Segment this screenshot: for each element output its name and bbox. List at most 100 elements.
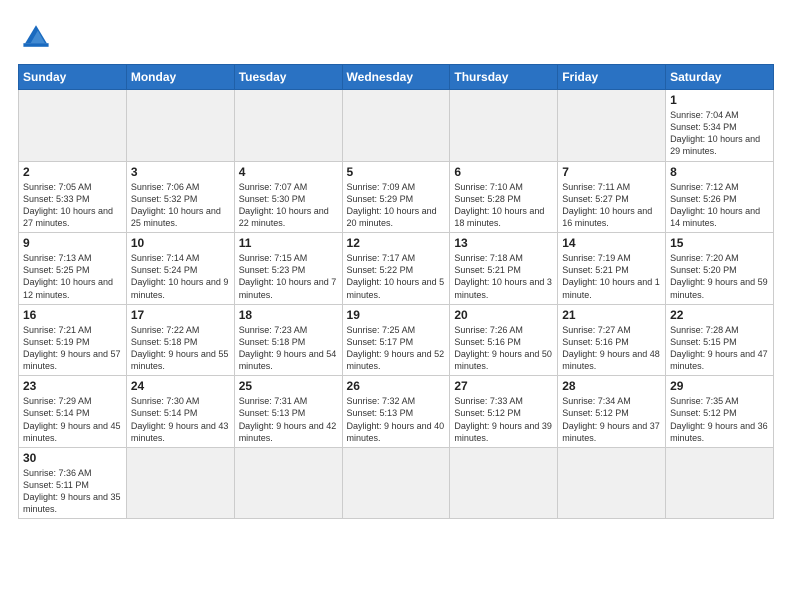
day-info: Sunrise: 7:11 AM Sunset: 5:27 PM Dayligh… — [562, 181, 661, 230]
calendar-cell: 5Sunrise: 7:09 AM Sunset: 5:29 PM Daylig… — [342, 161, 450, 233]
day-info: Sunrise: 7:05 AM Sunset: 5:33 PM Dayligh… — [23, 181, 122, 230]
day-info: Sunrise: 7:14 AM Sunset: 5:24 PM Dayligh… — [131, 252, 230, 301]
calendar-cell: 4Sunrise: 7:07 AM Sunset: 5:30 PM Daylig… — [234, 161, 342, 233]
day-number: 18 — [239, 308, 338, 322]
day-info: Sunrise: 7:26 AM Sunset: 5:16 PM Dayligh… — [454, 324, 553, 373]
day-info: Sunrise: 7:19 AM Sunset: 5:21 PM Dayligh… — [562, 252, 661, 301]
day-number: 11 — [239, 236, 338, 250]
day-info: Sunrise: 7:30 AM Sunset: 5:14 PM Dayligh… — [131, 395, 230, 444]
calendar-cell: 14 Sunrise: 7:19 AM Sunset: 5:21 PM Dayli… — [558, 233, 666, 305]
day-number: 28 — [562, 379, 661, 393]
day-info: Sunrise: 7:12 AM Sunset: 5:26 PM Dayligh… — [670, 181, 769, 230]
calendar-cell: 13 Sunrise: 7:18 AM Sunset: 5:21 PM Dayli… — [450, 233, 558, 305]
calendar-cell — [234, 90, 342, 162]
day-info: Sunrise: 7:22 AM Sunset: 5:18 PM Dayligh… — [131, 324, 230, 373]
calendar-cell: 23Sunrise: 7:29 AM Sunset: 5:14 PM Dayli… — [19, 376, 127, 448]
col-header-saturday: Saturday — [666, 65, 774, 90]
calendar-cell: 9 Sunrise: 7:13 AM Sunset: 5:25 PM Daylig… — [19, 233, 127, 305]
day-info: Sunrise: 7:21 AM Sunset: 5:19 PM Dayligh… — [23, 324, 122, 373]
calendar-cell: 7 Sunrise: 7:11 AM Sunset: 5:27 PM Daylig… — [558, 161, 666, 233]
day-number: 1 — [670, 93, 769, 107]
day-info: Sunrise: 7:06 AM Sunset: 5:32 PM Dayligh… — [131, 181, 230, 230]
calendar-week-5: 30Sunrise: 7:36 AM Sunset: 5:11 PM Dayli… — [19, 447, 774, 519]
calendar-cell: 2 Sunrise: 7:05 AM Sunset: 5:33 PM Daylig… — [19, 161, 127, 233]
calendar-cell: 22 Sunrise: 7:28 AM Sunset: 5:15 PM Dayli… — [666, 304, 774, 376]
day-number: 17 — [131, 308, 230, 322]
calendar-cell: 28 Sunrise: 7:34 AM Sunset: 5:12 PM Dayli… — [558, 376, 666, 448]
calendar-cell: 20Sunrise: 7:26 AM Sunset: 5:16 PM Dayli… — [450, 304, 558, 376]
calendar-cell: 6 Sunrise: 7:10 AM Sunset: 5:28 PM Daylig… — [450, 161, 558, 233]
header — [18, 18, 774, 54]
logo — [18, 18, 58, 54]
day-number: 26 — [347, 379, 446, 393]
day-number: 30 — [23, 451, 122, 465]
day-info: Sunrise: 7:27 AM Sunset: 5:16 PM Dayligh… — [562, 324, 661, 373]
day-number: 14 — [562, 236, 661, 250]
calendar-cell: 25 Sunrise: 7:31 AM Sunset: 5:13 PM Dayli… — [234, 376, 342, 448]
day-number: 2 — [23, 165, 122, 179]
day-number: 16 — [23, 308, 122, 322]
calendar-cell: 30Sunrise: 7:36 AM Sunset: 5:11 PM Dayli… — [19, 447, 127, 519]
calendar-cell: 10Sunrise: 7:14 AM Sunset: 5:24 PM Dayli… — [126, 233, 234, 305]
day-number: 15 — [670, 236, 769, 250]
day-info: Sunrise: 7:28 AM Sunset: 5:15 PM Dayligh… — [670, 324, 769, 373]
day-number: 19 — [347, 308, 446, 322]
day-number: 27 — [454, 379, 553, 393]
day-info: Sunrise: 7:23 AM Sunset: 5:18 PM Dayligh… — [239, 324, 338, 373]
day-number: 6 — [454, 165, 553, 179]
calendar-cell: 3 Sunrise: 7:06 AM Sunset: 5:32 PM Daylig… — [126, 161, 234, 233]
day-info: Sunrise: 7:29 AM Sunset: 5:14 PM Dayligh… — [23, 395, 122, 444]
day-number: 22 — [670, 308, 769, 322]
day-info: Sunrise: 7:18 AM Sunset: 5:21 PM Dayligh… — [454, 252, 553, 301]
day-info: Sunrise: 7:34 AM Sunset: 5:12 PM Dayligh… — [562, 395, 661, 444]
day-number: 13 — [454, 236, 553, 250]
calendar-cell: 18 Sunrise: 7:23 AM Sunset: 5:18 PM Dayli… — [234, 304, 342, 376]
calendar-header-row: SundayMondayTuesdayWednesdayThursdayFrid… — [19, 65, 774, 90]
day-number: 8 — [670, 165, 769, 179]
col-header-thursday: Thursday — [450, 65, 558, 90]
calendar-week-2: 9 Sunrise: 7:13 AM Sunset: 5:25 PM Daylig… — [19, 233, 774, 305]
page: SundayMondayTuesdayWednesdayThursdayFrid… — [0, 0, 792, 612]
logo-icon — [18, 18, 54, 54]
calendar-cell — [342, 447, 450, 519]
calendar-cell — [450, 447, 558, 519]
calendar-cell — [126, 90, 234, 162]
day-info: Sunrise: 7:07 AM Sunset: 5:30 PM Dayligh… — [239, 181, 338, 230]
calendar-cell — [19, 90, 127, 162]
calendar-cell — [450, 90, 558, 162]
day-info: Sunrise: 7:15 AM Sunset: 5:23 PM Dayligh… — [239, 252, 338, 301]
col-header-tuesday: Tuesday — [234, 65, 342, 90]
day-info: Sunrise: 7:35 AM Sunset: 5:12 PM Dayligh… — [670, 395, 769, 444]
day-info: Sunrise: 7:32 AM Sunset: 5:13 PM Dayligh… — [347, 395, 446, 444]
day-number: 3 — [131, 165, 230, 179]
day-number: 5 — [347, 165, 446, 179]
calendar-cell: 16 Sunrise: 7:21 AM Sunset: 5:19 PM Dayli… — [19, 304, 127, 376]
calendar-week-1: 2 Sunrise: 7:05 AM Sunset: 5:33 PM Daylig… — [19, 161, 774, 233]
col-header-sunday: Sunday — [19, 65, 127, 90]
calendar-week-4: 23Sunrise: 7:29 AM Sunset: 5:14 PM Dayli… — [19, 376, 774, 448]
calendar-cell: 1 Sunrise: 7:04 AM Sunset: 5:34 PM Daylig… — [666, 90, 774, 162]
day-info: Sunrise: 7:31 AM Sunset: 5:13 PM Dayligh… — [239, 395, 338, 444]
day-info: Sunrise: 7:13 AM Sunset: 5:25 PM Dayligh… — [23, 252, 122, 301]
day-info: Sunrise: 7:33 AM Sunset: 5:12 PM Dayligh… — [454, 395, 553, 444]
calendar-week-0: 1 Sunrise: 7:04 AM Sunset: 5:34 PM Daylig… — [19, 90, 774, 162]
calendar-cell: 8 Sunrise: 7:12 AM Sunset: 5:26 PM Daylig… — [666, 161, 774, 233]
day-info: Sunrise: 7:04 AM Sunset: 5:34 PM Dayligh… — [670, 109, 769, 158]
calendar-table: SundayMondayTuesdayWednesdayThursdayFrid… — [18, 64, 774, 519]
calendar-cell: 17 Sunrise: 7:22 AM Sunset: 5:18 PM Dayli… — [126, 304, 234, 376]
calendar-cell: 11 Sunrise: 7:15 AM Sunset: 5:23 PM Dayli… — [234, 233, 342, 305]
calendar-cell: 24 Sunrise: 7:30 AM Sunset: 5:14 PM Dayli… — [126, 376, 234, 448]
day-info: Sunrise: 7:25 AM Sunset: 5:17 PM Dayligh… — [347, 324, 446, 373]
calendar-cell — [234, 447, 342, 519]
calendar-cell — [126, 447, 234, 519]
day-number: 25 — [239, 379, 338, 393]
calendar-week-3: 16 Sunrise: 7:21 AM Sunset: 5:19 PM Dayli… — [19, 304, 774, 376]
day-number: 21 — [562, 308, 661, 322]
calendar-cell: 21 Sunrise: 7:27 AM Sunset: 5:16 PM Dayli… — [558, 304, 666, 376]
day-number: 7 — [562, 165, 661, 179]
day-number: 9 — [23, 236, 122, 250]
day-number: 24 — [131, 379, 230, 393]
calendar-cell: 27 Sunrise: 7:33 AM Sunset: 5:12 PM Dayli… — [450, 376, 558, 448]
calendar-cell: 19 Sunrise: 7:25 AM Sunset: 5:17 PM Dayli… — [342, 304, 450, 376]
day-info: Sunrise: 7:10 AM Sunset: 5:28 PM Dayligh… — [454, 181, 553, 230]
